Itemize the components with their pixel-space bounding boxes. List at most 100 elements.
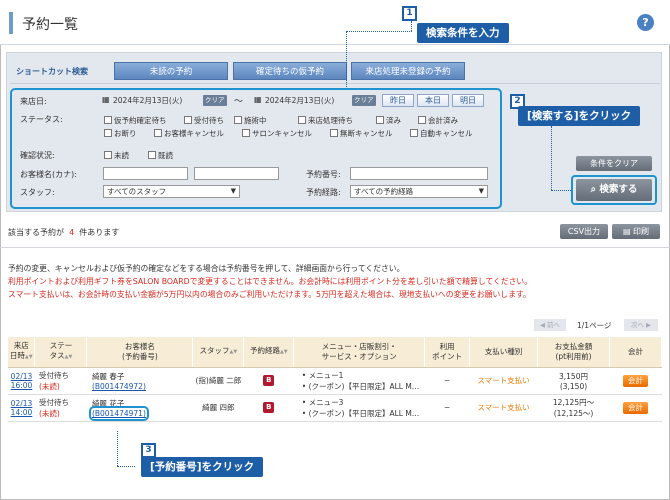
time-link[interactable]: 16:00 — [11, 381, 33, 390]
title-bar — [0, 0, 670, 45]
status-checkbox[interactable]: 仮予約確定待ち — [104, 115, 167, 126]
header-label: お支払金額 (pt利用前) — [554, 341, 593, 361]
status-checkbox[interactable]: 会計済み — [418, 115, 458, 126]
status-item-label: 来店処理待ち — [308, 116, 353, 125]
status-checkbox[interactable]: 自動キャンセル — [410, 128, 473, 139]
cell-checkout: 会計 — [609, 367, 662, 395]
reservation-number-link[interactable]: (B001474971) — [88, 405, 149, 421]
cell-customer: 綺麗 春子 (B001474972) — [86, 367, 193, 395]
result-count-text: 該当する予約が 4 件あります — [8, 227, 119, 238]
yesterday-button[interactable]: 昨日 — [382, 94, 414, 107]
header-label: お客様名 (予約番号) — [121, 341, 158, 361]
status-checkbox[interactable]: お断り — [104, 128, 137, 139]
result-count: 4 — [69, 228, 75, 237]
customer-first-name-input[interactable] — [194, 167, 279, 180]
shortcut-unread-button[interactable]: 未読の予約 — [114, 62, 228, 80]
callout-number-1: 1 — [402, 6, 417, 21]
route-label: 予約経路: — [306, 188, 341, 197]
column-header[interactable]: スタッフ▲▼ — [192, 337, 245, 368]
date-link[interactable]: 02/13 — [11, 399, 33, 408]
column-header[interactable]: 来店 日時▲▼ — [8, 337, 36, 368]
callout-line — [117, 431, 118, 466]
prev-page-button[interactable]: ◀ 前へ — [534, 319, 566, 331]
date-to-field[interactable]: 2024年2月13日(火) — [265, 95, 334, 106]
time-link[interactable]: 14:00 — [11, 408, 33, 417]
clear-conditions-button[interactable]: 条件をクリア — [576, 156, 652, 171]
next-page-button[interactable]: 次へ ▶ — [624, 319, 658, 331]
confirm-read-checkbox[interactable]: 既読 — [148, 150, 173, 161]
customer-name: 綺麗 花子 — [91, 398, 125, 408]
reservation-number-link[interactable]: (B001474972) — [92, 382, 146, 391]
status-checkbox[interactable]: 来店処理待ち — [298, 115, 353, 126]
status-item-label: お客様キャンセル — [164, 129, 224, 138]
checkout-button[interactable]: 会計 — [622, 401, 648, 414]
checkout-button[interactable]: 会計 — [622, 374, 648, 387]
status-checkbox[interactable]: 済み — [376, 115, 401, 126]
confirm-unread-checkbox[interactable]: 未読 — [104, 150, 129, 161]
note-line: 予約の変更、キャンセルおよび仮予約の確定などをする場合は予約番号を押して、詳細画… — [8, 264, 405, 273]
status-checkbox[interactable]: 施術中 — [234, 115, 267, 126]
date-from-field[interactable]: 2024年2月13日(火) — [113, 95, 182, 106]
date-link[interactable]: 02/13 — [11, 372, 33, 381]
search-button[interactable]: ⌕ 検索する — [576, 179, 652, 201]
chevron-down-icon: ▼ — [478, 187, 484, 195]
date-from-clear-button[interactable]: クリア — [203, 95, 227, 106]
header-label: メニュー・店販割引・ サービス・オプション — [321, 341, 397, 361]
cell-checkout: 会計 — [609, 394, 662, 422]
staff-select[interactable]: すべてのスタッフ ▼ — [103, 185, 240, 198]
result-prefix: 該当する予約が — [8, 228, 64, 237]
column-header[interactable]: ステー タス▲▼ — [34, 337, 88, 368]
booking-route-icon: B — [263, 402, 275, 413]
shortcut-unregistered-button[interactable]: 来店処理未登録の予約 — [351, 62, 465, 80]
status-checkbox[interactable]: 無断キャンセル — [330, 128, 393, 139]
print-button[interactable]: ▤ 印刷 — [612, 224, 660, 239]
date-to-clear-button[interactable]: クリア — [352, 95, 376, 106]
header-label: 予約経路 — [249, 346, 280, 356]
menu-item: メニュー1 — [308, 370, 344, 380]
callout-line — [346, 31, 412, 32]
cell-status: 受付待ち (未読) — [34, 394, 87, 422]
route-select[interactable]: すべての予約経路 ▼ — [350, 185, 488, 198]
amount: 3,150円 — [559, 371, 588, 381]
staff-select-value: すべてのスタッフ — [107, 187, 167, 196]
search-button-label: 検索する — [599, 184, 638, 195]
cell-payment-type: スマート支払い — [469, 394, 538, 422]
column-header: お支払金額 (pt利用前) — [537, 337, 610, 368]
status-checkbox[interactable]: お客様キャンセル — [154, 128, 224, 139]
callout-1: 検索条件を入力 — [417, 23, 509, 43]
tomorrow-button[interactable]: 明日 — [452, 94, 484, 107]
callout-2: [検索する]をクリック — [518, 106, 641, 126]
printer-icon: ▤ — [622, 227, 634, 236]
cell-amount: 12,125円〜 (12,125〜) — [537, 394, 610, 422]
confirm-item-label: 未読 — [114, 151, 129, 160]
cell-date: 02/13 14:00 — [8, 394, 35, 422]
cell-payment-type: スマート支払い — [469, 367, 538, 395]
column-header[interactable]: 予約経路▲▼ — [243, 337, 295, 368]
cell-menu: • メニュー3 • (クーポン)【平日限定】ALL M… — [293, 394, 425, 422]
status-checkbox[interactable]: 受付待ち — [184, 115, 224, 126]
customer-last-name-input[interactable] — [103, 167, 188, 180]
column-header: 支払い種別 — [469, 337, 539, 368]
confirm-item-label: 既読 — [158, 151, 173, 160]
callout-line — [117, 466, 135, 467]
column-header: 利用 ポイント — [424, 337, 471, 368]
help-icon[interactable]: ? — [637, 14, 654, 31]
today-button[interactable]: 本日 — [417, 94, 449, 107]
calendar-icon[interactable]: ▦ — [102, 95, 110, 104]
callout-number-3: 3 — [141, 443, 156, 458]
column-header: メニュー・店販割引・ サービス・オプション — [293, 337, 426, 368]
shortcut-pending-button[interactable]: 確定待ちの仮予約 — [233, 62, 347, 80]
status-text: 受付待ち — [38, 370, 69, 380]
cell-customer: 綺麗 花子 (B001474971) — [86, 394, 193, 422]
menu-item: メニュー3 — [308, 397, 344, 407]
booking-route-icon: B — [263, 375, 275, 386]
callout-line — [551, 190, 571, 191]
status-checkbox[interactable]: サロンキャンセル — [242, 128, 312, 139]
calendar-icon[interactable]: ▦ — [254, 95, 262, 104]
table-row: 02/13 14:00 受付待ち (未読) 綺麗 花子 (B001474971) 綺麗… — [8, 394, 662, 422]
csv-export-button[interactable]: CSV出力 — [560, 224, 608, 239]
status-item-label: 仮予約確定待ち — [114, 116, 167, 125]
warning-line: スマート支払いは、お会計時の支払い金額が5万円以内の場合のみご利用いただけます。… — [8, 290, 531, 299]
column-header[interactable]: お客様名 (予約番号) — [86, 337, 194, 368]
reservation-number-input[interactable] — [350, 167, 488, 180]
